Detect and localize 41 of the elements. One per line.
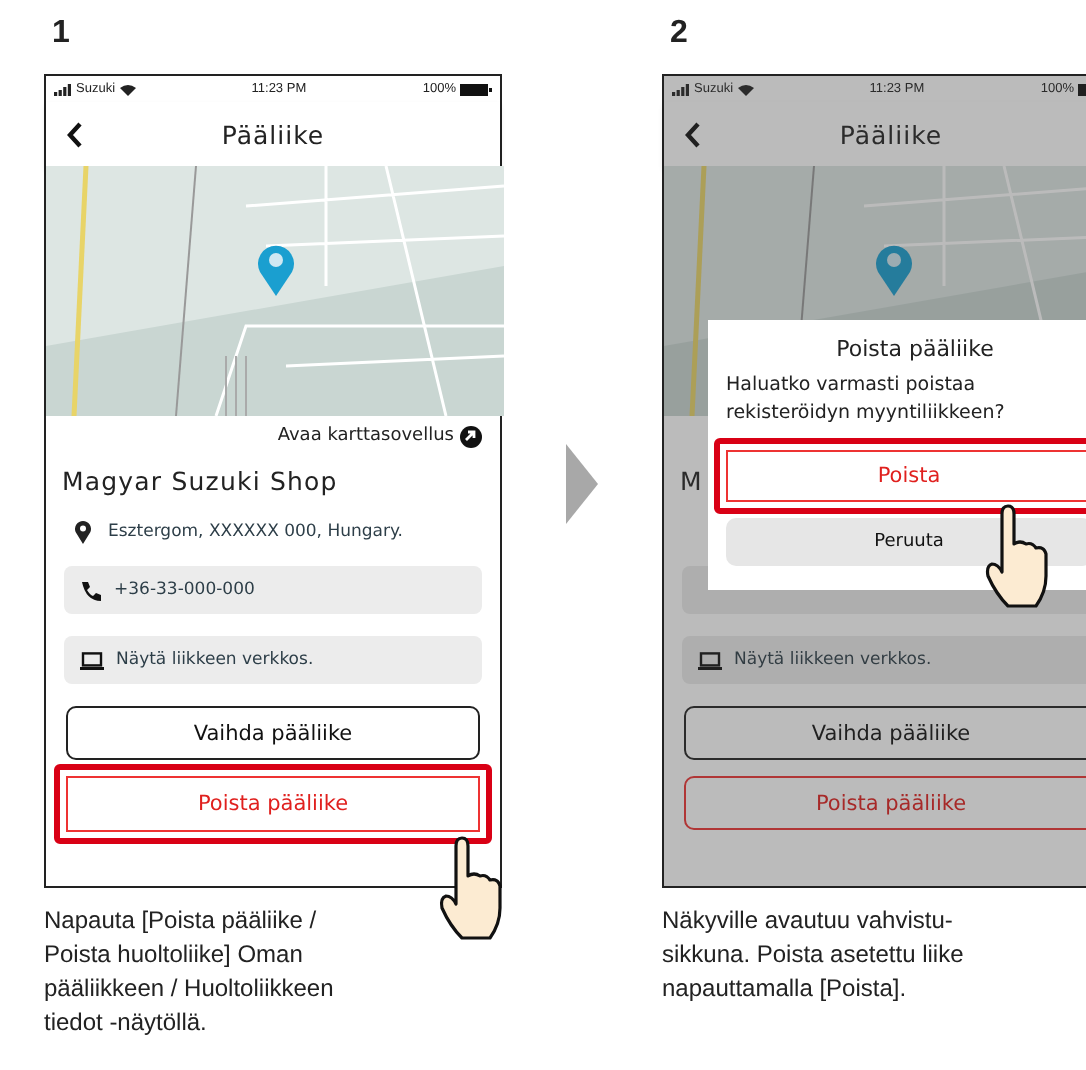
website-link: Näytä liikkeen verkkos. bbox=[734, 650, 932, 670]
tapping-hand-icon bbox=[438, 836, 506, 940]
step-caption: Näkyville avautuu vahvistu-sikkuna. Poista asetettu liike napauttamalla [Poista]. bbox=[662, 904, 966, 1006]
website-link: Näytä liikkeen verkkos. bbox=[116, 650, 314, 670]
phone-number: +36-33-000-000 bbox=[114, 580, 255, 600]
action-button[interactable]: Poista pääliike bbox=[684, 776, 1086, 830]
step-number: 2 bbox=[668, 16, 688, 52]
back-icon[interactable] bbox=[684, 122, 700, 148]
map-pin-icon bbox=[256, 242, 296, 296]
open-map-link[interactable]: Avaa karttasovellus bbox=[277, 426, 454, 446]
action-button[interactable]: Vaihda pääliike bbox=[684, 706, 1086, 760]
tapping-hand-icon bbox=[984, 504, 1052, 608]
shop-name: M bbox=[678, 463, 703, 499]
dialog-button[interactable]: Peruuta bbox=[726, 518, 1086, 566]
dialog-title: Poista pääliike bbox=[834, 336, 996, 362]
action-button[interactable]: Poista pääliike bbox=[54, 764, 492, 844]
shop-name: Magyar Suzuki Shop bbox=[60, 463, 338, 500]
next-step-arrow-icon bbox=[566, 444, 598, 524]
step-caption: Napauta [Poista pääliike / Poista huoltoliike] Oman pääliikkeen / Huoltoliikkeen tiedot -näytöllä. bbox=[44, 904, 336, 1040]
wifi-icon bbox=[737, 83, 754, 95]
arrow-circle-icon[interactable] bbox=[460, 425, 482, 447]
laptop-icon bbox=[698, 651, 722, 669]
action-button[interactable]: Vaihda pääliike bbox=[66, 706, 480, 760]
screen-title: Pääliike bbox=[839, 119, 943, 149]
phone-icon bbox=[80, 579, 102, 601]
phone-row[interactable]: +36-33-000-000 bbox=[64, 566, 482, 614]
wifi-icon bbox=[119, 83, 136, 95]
step-number: 1 bbox=[50, 16, 70, 52]
dialog-message: Haluatko varmasti poistaa rekisteröidyn myyntiliikkeen? bbox=[726, 372, 1007, 428]
website-row[interactable]: Näytä liikkeen verkkos. bbox=[64, 636, 482, 684]
location-pin-icon bbox=[74, 520, 92, 544]
website-row[interactable]: Näytä liikkeen verkkos. bbox=[682, 636, 1086, 684]
map-pin-icon bbox=[874, 242, 914, 296]
laptop-icon bbox=[80, 651, 104, 669]
battery-icon bbox=[459, 83, 492, 95]
shop-address: Esztergom, XXXXXX 000, Hungary. bbox=[108, 522, 404, 542]
signal-icon bbox=[672, 83, 690, 95]
back-icon[interactable] bbox=[66, 122, 82, 148]
dialog-button[interactable]: Poista bbox=[714, 438, 1086, 514]
screen-title: Pääliike bbox=[221, 119, 325, 149]
signal-icon bbox=[54, 83, 72, 95]
